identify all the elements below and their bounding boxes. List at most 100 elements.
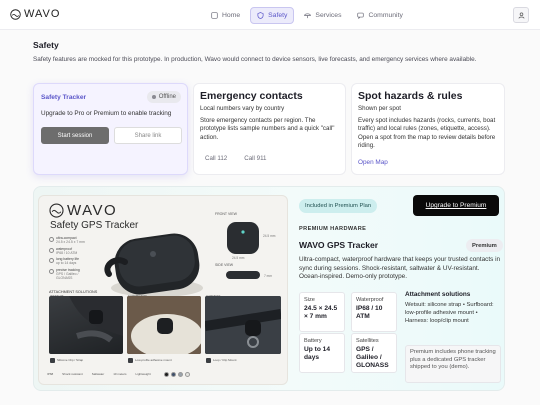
call-911-button[interactable]: Call 911 [244, 155, 266, 162]
poster-logo: WAVO [49, 202, 117, 219]
spec-battery: Battery Up to 14 days [299, 333, 345, 373]
spec-value: 24.5 × 24.5 × 7 mm [304, 305, 338, 320]
harness-photo-illustration [205, 296, 281, 354]
spec-waterproof: Waterproof IP68 / 10 ATM [351, 292, 397, 332]
color-swatch [170, 371, 176, 377]
hazards-title: Spot hazards & rules [358, 90, 463, 102]
adhesive-caption-text: Low-profile adhesive mount [135, 358, 172, 362]
poster-logo-text: WAVO [67, 202, 118, 219]
page-title: Safety [33, 40, 59, 50]
spec-value: GPS / Galileo / GLONASS [356, 346, 389, 369]
share-link-button[interactable]: Share link [114, 127, 182, 144]
front-view-label: FRONT VIEW [215, 212, 237, 216]
wetsuit-photo [49, 296, 123, 354]
spec-value: Up to 14 days [304, 346, 331, 361]
spec-satellites: Satellites GPS / Galileo / GLONASS [351, 333, 397, 373]
strap-caption: Silicone Clip / Strap [50, 355, 83, 365]
feature-depth: 10 meters [113, 372, 127, 376]
nav-home[interactable]: Home [205, 7, 246, 24]
gps-tracker-device-illustration [104, 233, 203, 297]
feature-saltwater: Saltwater [91, 372, 105, 376]
spec-size: Size 24.5 × 24.5 × 7 mm [299, 292, 345, 332]
product-poster-image: WAVO Safety GPS Tracker ultra-compact 24.… [38, 195, 288, 385]
nav-safety-label: Safety [268, 12, 288, 19]
poster-spec-value: 24.5 x 24.5 x 7 mm [56, 240, 85, 244]
side-view-illustration [226, 271, 260, 279]
user-avatar-button[interactable] [513, 7, 529, 23]
upgrade-to-premium-button[interactable]: Upgrade to Premium [413, 195, 499, 216]
poster-logo-icon [49, 203, 64, 218]
contacts-title: Emergency contacts [200, 90, 303, 102]
front-view-illustration [227, 222, 259, 254]
included-plan-badge: Included in Premium Plan [299, 199, 378, 213]
nav-services[interactable]: Services [298, 7, 347, 24]
tracker-description: Upgrade to Pro or Premium to enable trac… [41, 110, 172, 117]
premium-hardware-section: WAVO Safety GPS Tracker ultra-compact 24.… [33, 186, 505, 391]
tracker-title: Safety Tracker [41, 94, 87, 101]
color-swatch [163, 371, 169, 377]
contacts-subtitle: Local numbers vary by country [200, 105, 285, 112]
spec-key: Battery [304, 338, 322, 344]
status-label: Offline [158, 94, 176, 100]
spec-icon [49, 268, 54, 274]
dimension-width-label: 24.5 mm [232, 256, 245, 260]
call-actions: Call 112 Call 911 [205, 155, 267, 162]
product-kicker: PREMIUM HARDWARE [299, 226, 367, 232]
start-session-button[interactable]: Start session [41, 127, 109, 144]
tier-badge: Premium [466, 239, 503, 252]
poster-spec-item: ultra-compact 24.5 x 24.5 x 7 mm [49, 236, 91, 244]
chat-icon [357, 12, 365, 19]
attachment-body: Wetsuit: silicone strap • Surfboard: low… [405, 302, 494, 324]
poster-spec-value: up to 14 days [56, 261, 77, 266]
spec-icon [49, 258, 54, 264]
product-details: Included in Premium Plan Upgrade to Prem… [296, 187, 504, 392]
loop-caption-text: Loop / Clip Mount [213, 358, 237, 362]
emergency-contacts-card: Emergency contacts Local numbers vary by… [193, 83, 346, 175]
dimension-depth-label: 7 mm [264, 274, 272, 278]
call-112-button[interactable]: Call 112 [205, 155, 227, 162]
wavo-logo-icon [10, 8, 21, 20]
color-swatch [177, 371, 183, 377]
poster-spec-item: long battery life up to 14 days [49, 257, 91, 265]
nav-services-label: Services [315, 12, 342, 19]
hazards-subtitle: Shown per spot [358, 105, 401, 112]
user-icon [518, 12, 524, 19]
nav-safety[interactable]: Safety [250, 7, 295, 24]
nav-items: Home Safety Services Community [205, 7, 409, 24]
poster-spec-item: waterproof IP68 / 10 ATM [49, 247, 91, 255]
status-dot-icon [151, 95, 156, 99]
spot-hazards-card: Spot hazards & rules Shown per spot Ever… [351, 83, 505, 175]
adhesive-swatch-icon [128, 357, 133, 363]
nav-community[interactable]: Community [351, 7, 408, 24]
spec-value: IP68 / 10 ATM [356, 305, 383, 320]
adhesive-caption: Low-profile adhesive mount [128, 355, 172, 365]
status-badge: Offline [146, 91, 181, 103]
harness-photo [205, 296, 281, 354]
top-nav: WAVO Home Safety Services Community [0, 0, 540, 30]
spec-key: Size [304, 297, 315, 303]
dimension-height-label: 24.5 mm [263, 234, 276, 238]
page-intro: Safety features are mocked for this prot… [33, 56, 477, 63]
loop-caption: Loop / Clip Mount [206, 355, 237, 365]
hazards-body: Every spot includes hazards (rocks, curr… [358, 117, 496, 149]
nav-community-label: Community [368, 12, 403, 19]
product-name: WAVO GPS Tracker [299, 240, 379, 250]
wavo-logo[interactable]: WAVO [10, 8, 60, 20]
safety-tracker-card: Safety Tracker Offline Upgrade to Pro or… [33, 83, 188, 175]
surfboard-photo [127, 296, 201, 354]
color-swatch [184, 371, 190, 377]
feature-shock: Shock resistant [62, 372, 83, 376]
poster-spec-label: waterproof [56, 246, 73, 251]
poster-spec-list: ultra-compact 24.5 x 24.5 x 7 mm waterpro… [49, 236, 91, 282]
color-swatches [163, 371, 190, 377]
logo-text: WAVO [24, 8, 61, 20]
spec-icon [49, 247, 54, 253]
surfboard-photo-illustration [127, 296, 201, 354]
umbrella-icon [304, 13, 312, 19]
poster-spec-item: precise tracking GPS / Galileo / GLONASS [49, 268, 91, 280]
shield-icon [257, 12, 264, 19]
attachment-title: Attachment solutions [405, 291, 471, 298]
open-map-link[interactable]: Open Map [358, 159, 388, 166]
spec-icon [49, 237, 54, 242]
spec-key: Satellites [356, 338, 379, 344]
